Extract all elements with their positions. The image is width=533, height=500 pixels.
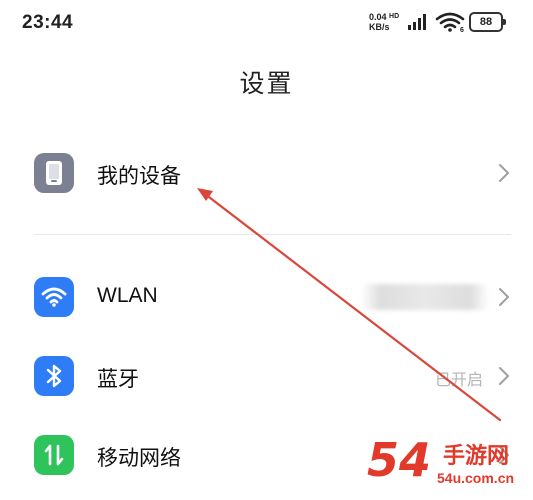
settings-item-label: 我的设备: [97, 165, 181, 188]
wifi-icon: [34, 277, 74, 317]
svg-text:6: 6: [460, 27, 464, 32]
status-bar: 23:44 0.04 HD KB/s 6 88: [0, 0, 533, 44]
settings-item-label: WLAN: [97, 284, 158, 307]
settings-item-label: 蓝牙: [97, 368, 139, 391]
watermark-url: 54u.com.cn: [437, 470, 515, 486]
wifi-status-icon: 6: [435, 12, 465, 32]
watermark-number: 54: [367, 433, 432, 487]
mobile-network-icon: [34, 435, 74, 475]
settings-item-bluetooth[interactable]: 蓝牙 已开启: [0, 341, 533, 411]
network-speed: 0.04 HD KB/s: [369, 12, 403, 32]
network-speed-value: 0.04: [369, 12, 387, 22]
settings-item-wlan[interactable]: WLAN: [0, 262, 533, 332]
watermark-logo: 54 手游网 54u.com.cn: [367, 434, 527, 496]
bluetooth-icon: [34, 356, 74, 396]
settings-item-label: 移动网络: [97, 447, 181, 470]
device-icon: [34, 153, 74, 193]
signal-strength-icon: [408, 14, 426, 30]
section-divider: [34, 234, 511, 235]
chevron-right-icon: [499, 367, 509, 385]
network-speed-unit: KB/s: [369, 22, 390, 32]
chevron-right-icon: [499, 164, 509, 182]
settings-item-my-device[interactable]: 我的设备: [0, 138, 533, 208]
watermark-name: 手游网: [443, 443, 510, 468]
wlan-network-name-blurred: [361, 284, 489, 310]
battery-indicator: 88: [469, 12, 506, 32]
status-time: 23:44: [22, 12, 74, 33]
hd-badge: HD: [389, 13, 400, 20]
page-title: 设置: [239, 70, 294, 98]
settings-item-value: 已开启: [434, 372, 483, 389]
chevron-right-icon: [499, 288, 509, 306]
